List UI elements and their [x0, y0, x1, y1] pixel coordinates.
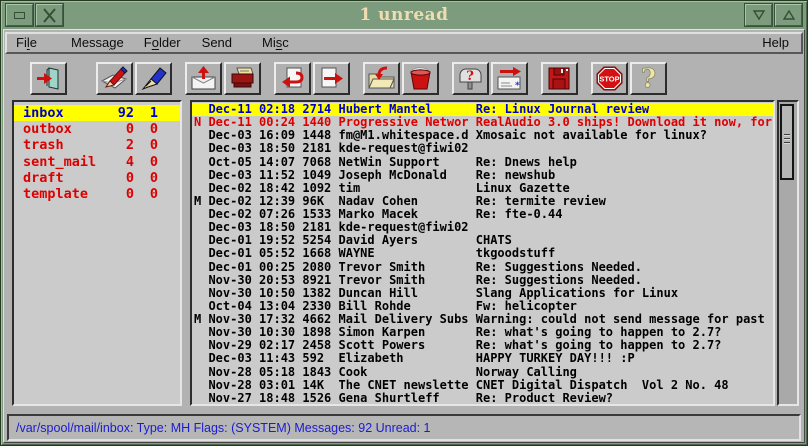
message-list: Dec-11 02:18 2714 Hubert Mantel Re: Linu… [190, 100, 775, 406]
menu-file[interactable]: File [16, 34, 37, 52]
compose-button[interactable] [96, 62, 133, 95]
close-x-icon [42, 8, 57, 23]
client-area: File Message Folder Send Misc Help [3, 29, 805, 443]
exit-door-icon [34, 66, 63, 91]
edit-pen-button[interactable] [135, 62, 172, 95]
help-button[interactable]: ? [630, 62, 667, 95]
svg-text:?: ? [641, 66, 656, 91]
svg-text:STOP: STOP [599, 74, 619, 83]
compose-envelope-pencil-icon [100, 66, 129, 91]
printer-icon [228, 66, 257, 91]
reply-button[interactable] [274, 62, 311, 95]
close-button[interactable] [36, 4, 63, 26]
scrollbar-thumb[interactable] [780, 104, 794, 180]
exit-button[interactable] [30, 62, 67, 95]
menu-help[interactable]: Help [762, 34, 789, 52]
triangle-down-icon [752, 9, 766, 21]
folder-row-template[interactable]: template00 [14, 186, 180, 202]
menubar: File Message Folder Send Misc Help [5, 32, 803, 54]
status-text: /var/spool/mail/inbox: Type: MH Flags: (… [16, 421, 431, 435]
message-row[interactable]: Dec-03 18:50 2181 kde-request@fiwi02 [194, 142, 773, 155]
menu-message[interactable]: Message [71, 34, 124, 52]
message-row[interactable]: Dec-03 11:43 592 Elizabeth HAPPY TURKEY … [194, 352, 773, 365]
message-row[interactable]: Nov-30 10:50 1382 Duncan Hill Slang Appl… [194, 287, 773, 300]
svg-text:*: * [515, 81, 520, 91]
stop-sign-icon: STOP [595, 66, 624, 91]
forward-arrow-icon [317, 66, 346, 91]
message-row[interactable]: Dec-01 05:52 1668 WAYNE tkgoodstuff [194, 247, 773, 260]
save-button[interactable] [541, 62, 578, 95]
mailbox-question-icon: ? [456, 66, 485, 91]
folder-arrow-icon [367, 66, 396, 91]
statusbar: /var/spool/mail/inbox: Type: MH Flags: (… [7, 414, 801, 441]
folder-row-draft[interactable]: draft00 [14, 170, 180, 186]
message-row[interactable]: Nov-28 05:18 1843 Cook Norway Calling [194, 366, 773, 379]
folder-row-trash[interactable]: trash20 [14, 137, 180, 153]
xfmail-window: 1 unread File Message Folder Send Misc Help [0, 0, 808, 446]
folder-row-inbox[interactable]: inbox921 [14, 105, 180, 121]
check-mail-button[interactable]: ? [452, 62, 489, 95]
message-row[interactable]: Nov-27 18:48 1526 Gena Shurtleff Re: Pro… [194, 392, 773, 405]
toolbar: ? * [5, 56, 803, 100]
scrollbar-grip-icon [784, 134, 790, 145]
titlebar[interactable]: 1 unread [3, 3, 805, 28]
stop-button[interactable]: STOP [591, 62, 628, 95]
message-row[interactable]: Dec-03 11:52 1049 Joseph McDonald Re: ne… [194, 169, 773, 182]
shade-down-button[interactable] [745, 4, 772, 26]
envelope-send-icon: * [495, 66, 524, 91]
envelope-up-arrow-icon [189, 66, 218, 91]
svg-text:?: ? [466, 69, 474, 84]
triangle-up-icon [782, 9, 796, 21]
print-button[interactable] [224, 62, 261, 95]
trash-bucket-icon [406, 66, 435, 91]
menu-misc[interactable]: Misc [262, 34, 289, 52]
message-row[interactable]: Nov-28 03:01 14K The CNET newslette CNET… [194, 379, 773, 392]
message-row[interactable]: Nov-30 20:53 8921 Trevor Smith Re: Sugge… [194, 274, 773, 287]
forward-button[interactable] [313, 62, 350, 95]
menubar-right: Help [762, 34, 801, 52]
shade-up-button[interactable] [775, 4, 802, 26]
menu-send[interactable]: Send [202, 34, 232, 52]
move-to-folder-button[interactable] [363, 62, 400, 95]
send-queued-button[interactable]: * [491, 62, 528, 95]
message-row[interactable]: Oct-05 14:07 7068 NetWin Support Re: Dne… [194, 156, 773, 169]
receive-mail-button[interactable] [185, 62, 222, 95]
window-title: 1 unread [63, 3, 745, 28]
menu-folder[interactable]: Folder [144, 34, 181, 52]
question-mark-icon: ? [634, 66, 663, 91]
iconify-button[interactable] [6, 4, 33, 26]
folder-list: inbox921outbox00trash20sent_mail40draft0… [12, 100, 182, 406]
iconify-icon [14, 12, 25, 19]
floppy-disk-icon [545, 66, 574, 91]
reply-arrow-icon [278, 66, 307, 91]
message-list-scrollbar[interactable] [777, 100, 799, 406]
folder-row-outbox[interactable]: outbox00 [14, 121, 180, 137]
pen-icon [139, 66, 168, 91]
delete-button[interactable] [402, 62, 439, 95]
menubar-left: File Message Folder Send Misc [7, 34, 289, 52]
folder-row-sent_mail[interactable]: sent_mail40 [14, 154, 180, 170]
message-row[interactable]: Dec-01 00:25 2080 Trevor Smith Re: Sugge… [194, 261, 773, 274]
message-row[interactable]: Dec-02 18:42 1092 tim Linux Gazette [194, 182, 773, 195]
